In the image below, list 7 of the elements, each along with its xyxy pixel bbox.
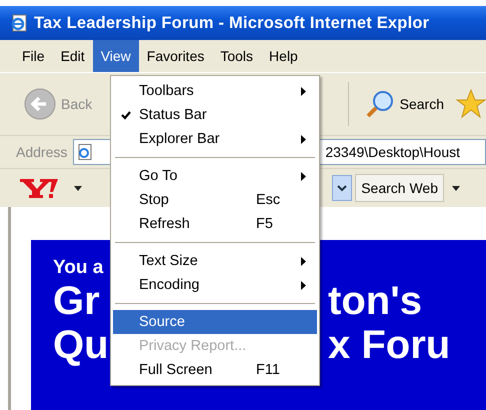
address-label: Address	[16, 144, 68, 160]
banner-text: Gr	[53, 281, 100, 321]
banner-text: x Foru	[328, 325, 450, 365]
banner-text: ton's	[328, 281, 422, 321]
banner-text: Qu	[53, 325, 109, 365]
banner-text: You a	[53, 258, 104, 277]
window-title: Tax Leadership Forum - Microsoft Internet Explor	[34, 14, 430, 32]
